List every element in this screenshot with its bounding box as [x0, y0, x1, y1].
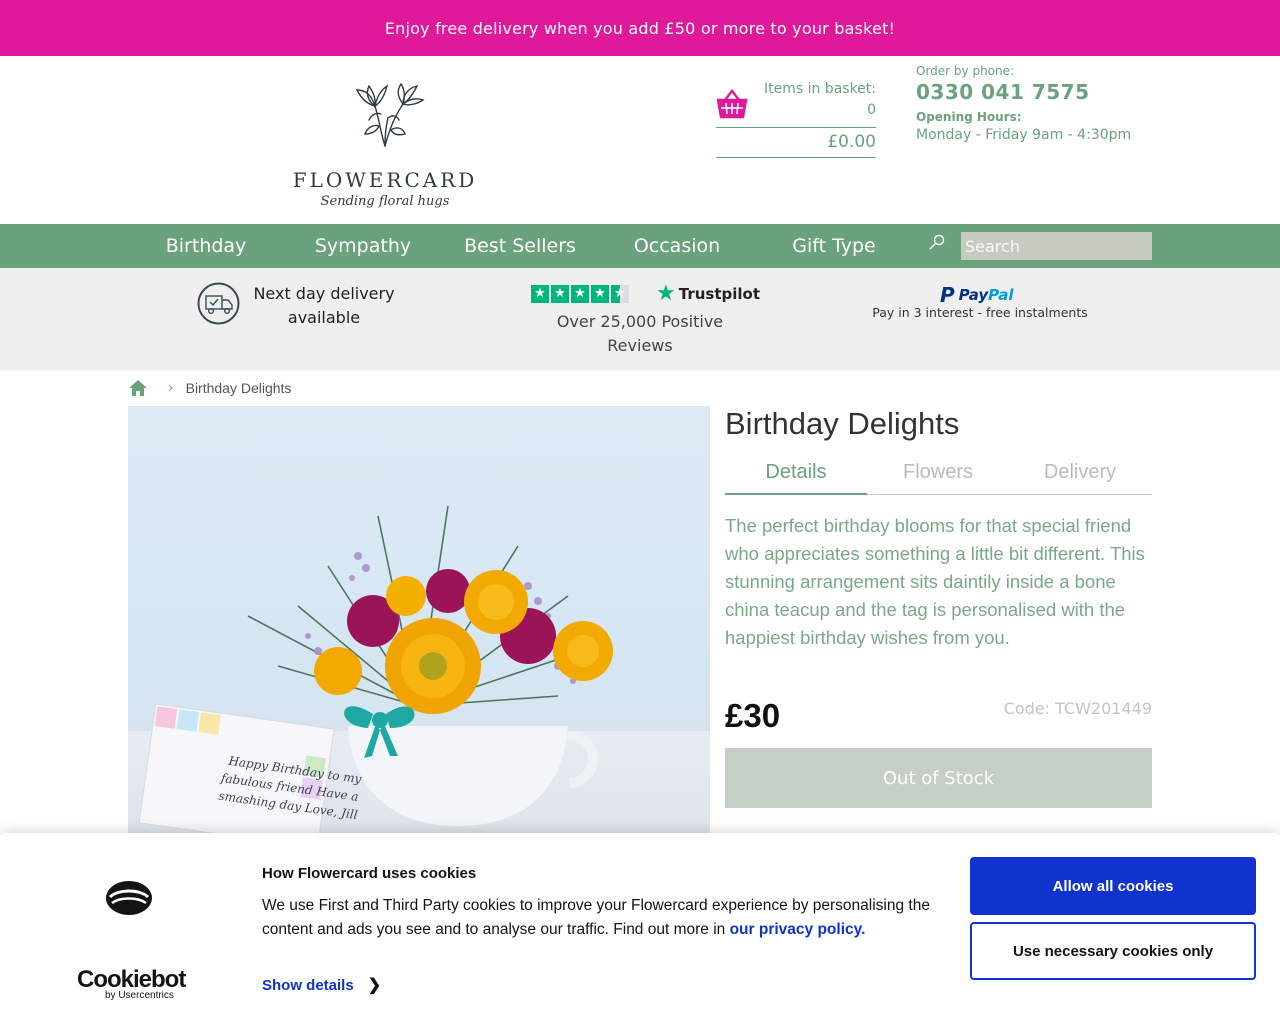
logo-tagline: Sending floral hugs — [320, 194, 450, 209]
opening-hours-label: Opening Hours: — [916, 110, 1022, 124]
necessary-cookies-button[interactable]: Use necessary cookies only — [970, 922, 1256, 980]
main-nav: Birthday Sympathy Best Sellers Occasion … — [0, 224, 1280, 268]
cookie-banner: Cookiebot by Usercentrics How Flowercard… — [0, 833, 1280, 1024]
nav-item-sympathy[interactable]: Sympathy — [285, 224, 441, 268]
nav-item-best-sellers[interactable]: Best Sellers — [442, 224, 598, 268]
order-by-phone-label: Order by phone: — [916, 64, 1015, 78]
tab-details[interactable]: Details — [725, 452, 867, 495]
product-tabs: Details Flowers Delivery — [725, 452, 1152, 495]
star-icon: ★ — [591, 285, 609, 303]
next-day-delivery-text: Next day delivery available — [253, 284, 395, 327]
chevron-right-icon: › — [168, 380, 174, 396]
product-description: The perfect birthday blooms for that spe… — [725, 515, 1145, 648]
paypal-word-pal: Pal — [988, 286, 1014, 304]
breadcrumb-current: Birthday Delights — [185, 380, 292, 396]
flowercard-logo[interactable]: FLOWERCARD Sending floral hugs — [285, 64, 485, 214]
out-of-stock-button[interactable]: Out of Stock — [725, 748, 1152, 808]
chevron-right-icon: ❯ — [367, 977, 382, 994]
usp-bar: Next day delivery available ★ ★ ★ ★ ★ ★ … — [0, 268, 1280, 370]
product-title: Birthday Delights — [725, 406, 960, 441]
breadcrumb: › Birthday Delights — [128, 378, 291, 398]
reviews-text: Over 25,000 Positive Reviews — [556, 312, 724, 355]
star-icon: ★ — [531, 285, 549, 303]
privacy-policy-link[interactable]: our privacy policy. — [730, 921, 866, 938]
trustpilot-stars: ★ ★ ★ ★ ★ — [531, 285, 629, 303]
nav-item-birthday[interactable]: Birthday — [128, 224, 284, 268]
product-image[interactable]: Happy Birthday to my fabulous friend Hav… — [128, 406, 710, 836]
paypal-word-pay: Pay — [958, 286, 989, 304]
nav-item-occasion[interactable]: Occasion — [599, 224, 755, 268]
cookiebot-logo-icon — [106, 881, 152, 915]
tab-flowers[interactable]: Flowers — [867, 452, 1009, 495]
tab-delivery[interactable]: Delivery — [1009, 452, 1151, 495]
phone-number[interactable]: 0330 041 7575 — [916, 80, 1176, 104]
delivery-truck-icon — [197, 282, 240, 325]
search-icon[interactable] — [927, 232, 947, 252]
opening-hours: Monday - Friday 9am - 4:30pm — [916, 127, 1132, 143]
product-code: Code: TCW201449 — [1003, 699, 1152, 718]
basket-label: Items in basket: — [763, 81, 876, 97]
product-photo: Happy Birthday to my fabulous friend Hav… — [128, 505, 710, 836]
basket-count: 0 — [867, 102, 876, 118]
paypal-instalments-text: Pay in 3 interest - free instalments — [872, 305, 1088, 320]
logo-wordmark: FLOWERCARD — [292, 168, 478, 192]
star-icon: ★ — [551, 285, 569, 303]
basket-divider — [716, 127, 876, 128]
cookiebot-subtitle: by Usercentrics — [105, 990, 174, 1001]
paypal-logo: P PayPal — [940, 283, 1013, 307]
nav-item-gift-type[interactable]: Gift Type — [756, 224, 912, 268]
cookie-description: We use First and Third Party cookies to … — [262, 894, 942, 942]
promo-banner: Enjoy free delivery when you add £50 or … — [0, 0, 1280, 56]
search-input[interactable] — [961, 232, 1152, 260]
star-icon: ★ — [571, 285, 589, 303]
promo-text: Enjoy free delivery when you add £50 or … — [384, 18, 896, 38]
flower-logo-icon — [355, 82, 425, 147]
trustpilot-logo[interactable]: ★ Trustpilot — [656, 281, 760, 306]
paypal-icon: P — [940, 283, 955, 307]
product-price: £30 — [725, 697, 781, 734]
trustpilot-brand: Trustpilot — [678, 285, 760, 303]
show-details-label: Show details — [262, 976, 354, 994]
contact-info: Order by phone: 0330 041 7575 Opening Ho… — [916, 64, 1176, 143]
home-icon[interactable] — [128, 379, 148, 397]
site-header: FLOWERCARD Sending floral hugs Items in … — [0, 56, 1280, 224]
star-half-icon: ★ — [611, 285, 629, 303]
cookie-title: How Flowercard uses cookies — [262, 865, 477, 882]
basket-icon — [716, 89, 748, 119]
basket-summary[interactable]: Items in basket: 0 £0.00 — [716, 80, 876, 158]
basket-divider-bottom — [716, 157, 876, 158]
show-details-link[interactable]: Show details ❯ — [262, 975, 381, 995]
allow-all-cookies-button[interactable]: Allow all cookies — [970, 857, 1256, 915]
basket-total: £0.00 — [827, 132, 876, 152]
trustpilot-star-icon: ★ — [656, 281, 676, 306]
